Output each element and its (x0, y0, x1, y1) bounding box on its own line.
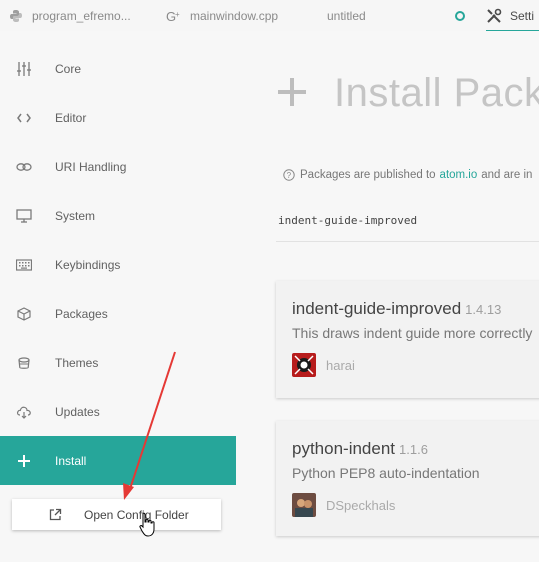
plus-icon (15, 452, 33, 470)
sidebar-item-packages[interactable]: Packages (0, 289, 236, 338)
sidebar-item-themes[interactable]: Themes (0, 338, 236, 387)
notice-text-after: and are in (481, 169, 533, 181)
tab-label: Setti (510, 8, 535, 23)
open-config-folder-label: Open Config Folder (84, 507, 189, 522)
avatar (292, 353, 316, 377)
sidebar-item-updates[interactable]: Updates (0, 387, 236, 436)
tab-mainwindow-cpp[interactable]: G + mainwindow.cpp (166, 0, 278, 31)
package-name-text: indent-guide-improved (292, 299, 462, 318)
sidebar-item-editor[interactable]: Editor (0, 93, 236, 142)
tab-settings[interactable]: Setti (486, 0, 539, 32)
tab-label: untitled (327, 8, 366, 23)
page-title: Install Pack (276, 71, 539, 116)
sidebar-item-label: Core (55, 61, 82, 76)
cpp-icon: G + (166, 8, 182, 24)
sidebar-item-label: Packages (55, 306, 108, 321)
sidebar-item-keybindings[interactable]: Keybindings (0, 240, 236, 289)
question-circle-icon: ? (283, 169, 295, 181)
sidebar-item-label: Install (55, 453, 87, 468)
sidebar-item-label: Themes (55, 355, 99, 370)
package-search-input[interactable]: indent-guide-improved (278, 214, 417, 227)
tab-untitled[interactable]: untitled (327, 0, 366, 31)
svg-text:+: + (175, 10, 180, 19)
package-author[interactable]: DSpeckhals (292, 493, 395, 517)
sidebar-item-label: Keybindings (55, 257, 121, 272)
tab-label: program_efremo... (32, 8, 131, 23)
modified-indicator-icon (455, 11, 465, 21)
keyboard-icon (15, 256, 33, 274)
package-icon (15, 305, 33, 323)
package-author[interactable]: harai (292, 353, 355, 377)
package-name[interactable]: indent-guide-improved 1.4.13 (292, 299, 501, 319)
settings-sidebar: Core Editor URI Handling System Keybindi… (0, 31, 236, 562)
search-underline (276, 241, 539, 242)
python-icon (8, 8, 24, 24)
publish-notice: ? Packages are published to atom.io and … (283, 169, 532, 181)
sliders-icon (15, 60, 33, 78)
author-name: DSpeckhals (326, 497, 396, 513)
page-title-text: Install Pack (334, 71, 539, 115)
tab-label: mainwindow.cpp (190, 8, 279, 23)
avatar (292, 493, 316, 517)
sidebar-item-core[interactable]: Core (0, 44, 236, 93)
monitor-icon (15, 207, 33, 225)
sidebar-item-install[interactable]: Install (0, 436, 236, 485)
tools-icon (486, 8, 502, 24)
external-link-icon (48, 508, 62, 522)
author-name: harai (326, 357, 355, 373)
package-description: Python PEP8 auto-indentation (292, 465, 480, 481)
tab-program-efremo[interactable]: program_efremo... (8, 0, 131, 31)
package-card-indent-guide-improved[interactable]: indent-guide-improved 1.4.13 This draws i… (276, 281, 539, 398)
notice-text-before: Packages are published to (300, 169, 436, 181)
sidebar-item-label: System (55, 208, 96, 223)
package-description: This draws indent guide more correctly (292, 325, 533, 341)
install-panel: Install Pack ? Packages are published to… (236, 31, 539, 562)
code-icon (15, 109, 33, 127)
tab-bar: program_efremo... G + mainwindow.cpp unti… (0, 0, 539, 32)
package-version: 1.4.13 (465, 302, 502, 317)
paintcan-icon (15, 354, 33, 372)
atom-io-link[interactable]: atom.io (440, 169, 478, 181)
sidebar-item-label: URI Handling (55, 159, 127, 174)
sidebar-item-label: Editor (55, 110, 87, 125)
open-config-folder-button[interactable]: Open Config Folder (12, 499, 221, 530)
sidebar-item-label: Updates (55, 404, 100, 419)
link-icon (15, 158, 33, 176)
package-card-python-indent[interactable]: python-indent 1.1.6 Python PEP8 auto-inde… (276, 421, 539, 536)
sidebar-item-uri-handling[interactable]: URI Handling (0, 142, 236, 191)
svg-text:?: ? (287, 171, 292, 180)
sidebar-item-system[interactable]: System (0, 191, 236, 240)
plus-icon (276, 72, 308, 116)
package-name[interactable]: python-indent 1.1.6 (292, 439, 428, 459)
package-name-text: python-indent (292, 439, 396, 458)
cloud-download-icon (15, 403, 33, 421)
package-version: 1.1.6 (399, 442, 428, 457)
